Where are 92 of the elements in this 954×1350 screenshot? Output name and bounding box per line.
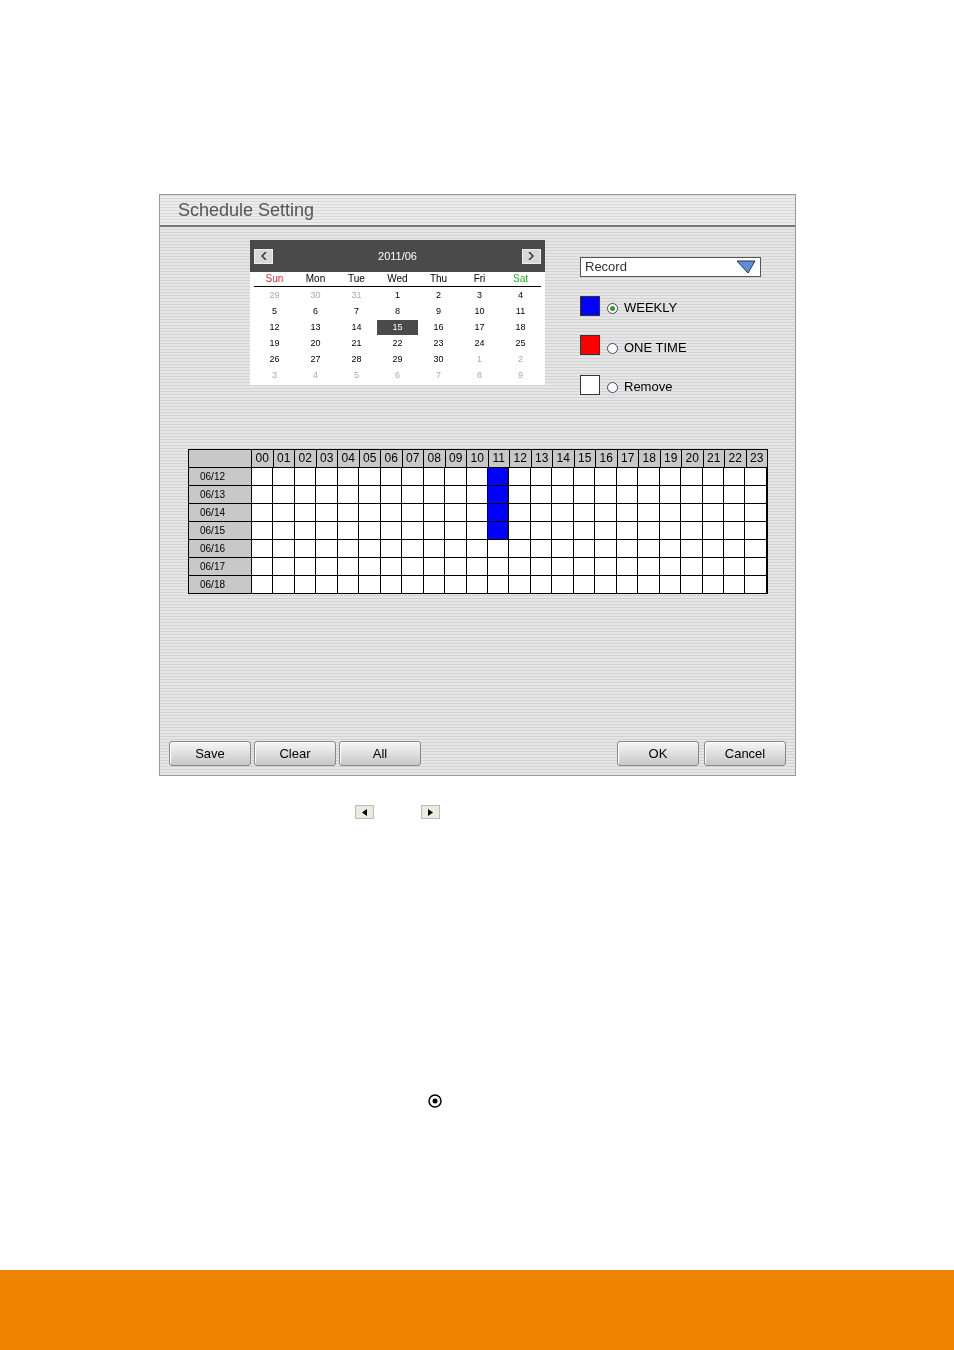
date-label: 06/14 <box>189 503 252 521</box>
calendar-day[interactable]: 22 <box>387 335 408 351</box>
hour-header: 16 <box>596 449 618 467</box>
chevron-left-icon <box>260 252 267 260</box>
hour-header: 23 <box>746 449 767 467</box>
radio-button[interactable] <box>607 382 618 394</box>
hour-header: 13 <box>531 449 553 467</box>
calendar-day[interactable]: 25 <box>510 335 531 351</box>
calendar-day[interactable]: 16 <box>428 319 449 335</box>
calendar-day[interactable]: 5 <box>264 303 285 319</box>
schedule-cell[interactable] <box>488 521 510 539</box>
calendar-day[interactable]: 24 <box>469 335 490 351</box>
calendar-day[interactable]: 20 <box>305 335 326 351</box>
dialog-button[interactable]: Clear <box>254 741 336 766</box>
chevron-right-icon <box>528 252 535 260</box>
calendar-day[interactable]: 29 <box>387 351 408 367</box>
hour-header: 22 <box>725 449 747 467</box>
calendar-day[interactable]: 8 <box>387 303 408 319</box>
calendar-month: 2011/06 <box>378 248 417 264</box>
hour-header: 05 <box>359 449 381 467</box>
hour-header: 03 <box>316 449 338 467</box>
radio-selected-icon <box>428 1094 442 1108</box>
schedule-cell[interactable] <box>488 467 510 485</box>
date-label: 06/12 <box>189 467 252 485</box>
hour-header: 01 <box>273 449 295 467</box>
calendar-day[interactable]: 10 <box>469 303 490 319</box>
dialog-button[interactable]: Cancel <box>704 741 786 766</box>
hour-header: 11 <box>488 449 510 467</box>
calendar-day[interactable]: 21 <box>346 335 367 351</box>
calendar-day[interactable]: 7 <box>346 303 367 319</box>
calendar-day[interactable]: 2 <box>428 287 449 303</box>
hour-header: 06 <box>381 449 403 467</box>
date-label: 06/17 <box>189 557 252 575</box>
previous-month-button[interactable] <box>254 248 273 264</box>
calendar-day[interactable]: 11 <box>510 303 531 319</box>
calendar-day[interactable]: 18 <box>510 319 531 335</box>
calendar-day[interactable]: 30 <box>428 351 449 367</box>
hour-header: 02 <box>295 449 317 467</box>
calendar-day[interactable]: 26 <box>264 351 285 367</box>
mode-label: ONE TIME <box>624 338 687 357</box>
calendar-day[interactable]: 1 <box>387 287 408 303</box>
hour-header: 09 <box>445 449 467 467</box>
date-label: 06/15 <box>189 521 252 539</box>
calendar-day[interactable]: 12 <box>264 319 285 335</box>
date-label: 06/13 <box>189 485 252 503</box>
hour-header: 17 <box>617 449 639 467</box>
hour-header: 00 <box>252 449 274 467</box>
hour-header: 19 <box>660 449 682 467</box>
hour-header: 07 <box>402 449 424 467</box>
date-label: 06/16 <box>189 539 252 557</box>
mode-label: Remove <box>624 378 673 396</box>
hour-header: 10 <box>467 449 489 467</box>
weekday-label: Mon <box>304 272 327 286</box>
dialog-button[interactable]: OK <box>617 741 699 766</box>
calendar-day[interactable]: 15 <box>377 319 418 335</box>
dialog-button[interactable]: All <box>339 741 421 766</box>
calendar-day[interactable]: 4 <box>510 287 531 303</box>
weekday-label: Fri <box>472 272 487 286</box>
weekday-label: Sat <box>512 272 529 286</box>
calendar-day[interactable]: 6 <box>305 303 326 319</box>
weekday-label: Thu <box>428 272 449 286</box>
hour-header: 18 <box>639 449 661 467</box>
hour-header: 04 <box>338 449 360 467</box>
dropdown-arrow-icon <box>736 260 756 274</box>
schedule-cell[interactable] <box>488 503 510 521</box>
date-label: 06/18 <box>189 575 252 593</box>
hour-header: 08 <box>424 449 446 467</box>
calendar-day[interactable]: 19 <box>264 335 285 351</box>
hour-header: 21 <box>703 449 725 467</box>
calendar-day[interactable]: 28 <box>346 351 367 367</box>
calendar-day[interactable]: 14 <box>346 319 367 335</box>
hour-header: 15 <box>574 449 596 467</box>
dialog-button[interactable]: Save <box>169 741 251 766</box>
calendar-day[interactable]: 17 <box>469 319 490 335</box>
hour-header: 14 <box>553 449 575 467</box>
hour-header: 20 <box>682 449 704 467</box>
hour-header: 12 <box>510 449 532 467</box>
weekday-label: Tue <box>347 272 366 286</box>
mode-label: WEEKLY <box>624 299 678 317</box>
dialog-title: Schedule Setting <box>178 198 315 222</box>
radio-button[interactable] <box>607 342 618 354</box>
radio-button[interactable] <box>607 303 618 315</box>
schedule-cell[interactable] <box>488 485 510 503</box>
weekday-label: Sun <box>264 272 285 286</box>
type-dropdown[interactable]: Record <box>580 257 761 277</box>
calendar-day[interactable]: 23 <box>428 335 449 351</box>
weekday-label: Wed <box>386 272 409 286</box>
calendar-day[interactable]: 9 <box>428 303 449 319</box>
calendar-day[interactable]: 3 <box>469 287 490 303</box>
calendar-day[interactable]: 27 <box>305 351 326 367</box>
calendar-day[interactable]: 13 <box>305 319 326 335</box>
next-month-button[interactable] <box>522 248 541 264</box>
